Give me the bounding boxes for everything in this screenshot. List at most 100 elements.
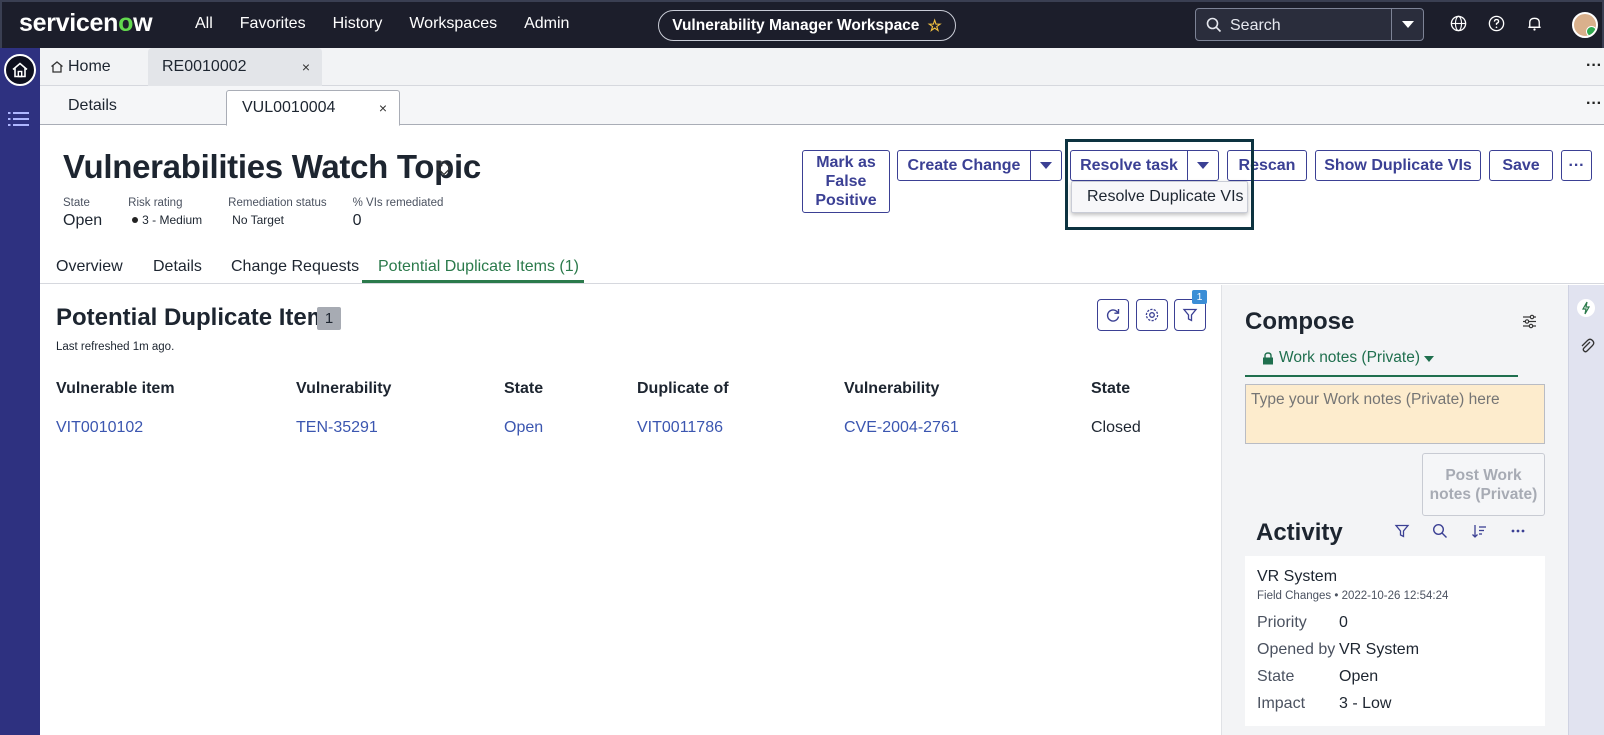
create-change-dropdown[interactable] [1030, 150, 1062, 181]
gear-icon [1145, 308, 1159, 322]
more-actions-button[interactable]: ··· [1561, 150, 1592, 181]
refresh-button[interactable] [1097, 299, 1129, 331]
more-icon[interactable]: ··· [1586, 57, 1602, 75]
home-icon [12, 62, 28, 78]
mark-false-positive-button[interactable]: Mark as False Positive [802, 150, 890, 213]
nav-favorites[interactable]: Favorites [240, 15, 306, 33]
cell-vulnerability[interactable]: TEN-35291 [296, 419, 378, 437]
work-notes-selector[interactable]: Work notes (Private) [1245, 349, 1518, 377]
global-search[interactable]: Search [1195, 8, 1424, 41]
globe-icon[interactable] [1449, 14, 1468, 33]
field-value: No Target [232, 213, 284, 227]
search-input[interactable]: Search [1230, 17, 1281, 35]
save-button[interactable]: Save [1489, 150, 1553, 181]
cell-duplicate-state: Closed [1091, 419, 1141, 436]
tab-details-label: Details [68, 96, 117, 114]
bell-icon[interactable] [1525, 14, 1544, 33]
workspace-tabs: Home RE0010002 × ··· [40, 48, 1604, 86]
nav-menu: All Favorites History Workspaces Admin [195, 15, 569, 33]
settings-button[interactable] [1136, 299, 1168, 331]
tab-details[interactable]: Details [153, 258, 202, 276]
more-icon[interactable] [1510, 523, 1526, 539]
filter-count-badge: 1 [1192, 290, 1207, 304]
record-tabs: Overview Details Change Requests Potenti… [40, 250, 1604, 284]
sort-icon[interactable] [1471, 523, 1487, 539]
filter-icon[interactable] [1394, 523, 1410, 539]
chevron-down-icon [1040, 162, 1052, 169]
nav-workspaces[interactable]: Workspaces [409, 15, 497, 33]
tab-home-label: Home [68, 58, 111, 75]
field-value: 3 - Medium [142, 213, 203, 227]
change-row: State Open [1257, 668, 1378, 686]
tab-change-requests[interactable]: Change Requests [231, 258, 359, 276]
col-duplicate-of[interactable]: Duplicate of [637, 380, 729, 398]
tab-vul0010004[interactable]: VUL0010004 × [226, 90, 400, 126]
cell-vulnerable-item[interactable]: VIT0010102 [56, 419, 143, 437]
cell-duplicate-of[interactable]: VIT0011786 [637, 419, 723, 437]
user-avatar[interactable] [1572, 12, 1598, 38]
work-notes-input[interactable] [1245, 384, 1545, 444]
resolve-duplicate-vis-menu-item[interactable]: Resolve Duplicate VIs [1071, 181, 1248, 213]
tab-label: RE0010002 [162, 58, 247, 75]
record-subtabs: Details VUL0010004 × ··· [40, 86, 1604, 126]
cell-duplicate-vulnerability[interactable]: CVE-2004-2761 [844, 419, 959, 437]
activity-icon[interactable] [1576, 298, 1596, 318]
change-row: Opened by VR System [1257, 641, 1419, 659]
dot-icon [132, 217, 139, 224]
tab-home[interactable]: Home [50, 48, 111, 86]
col-vulnerability[interactable]: Vulnerability [296, 380, 391, 398]
change-field: Priority [1257, 614, 1307, 631]
paperclip-icon[interactable] [1577, 336, 1597, 356]
logo-o: o [118, 9, 134, 37]
search-scope-dropdown[interactable] [1391, 9, 1423, 40]
tab-re0010002[interactable]: RE0010002 × [148, 48, 322, 86]
compose-title: Compose [1245, 308, 1355, 335]
lock-icon [1263, 352, 1273, 365]
close-icon[interactable]: × [302, 59, 310, 75]
logo-text-end: w [133, 9, 153, 37]
activity-type: Field Changes [1257, 590, 1332, 602]
nav-history[interactable]: History [333, 15, 383, 33]
field-value: Open [63, 212, 103, 229]
nav-admin[interactable]: Admin [524, 15, 569, 33]
search-icon[interactable] [1432, 523, 1448, 539]
servicenow-logo[interactable]: servicenow [19, 9, 153, 38]
help-icon[interactable] [1487, 14, 1506, 33]
create-change-button[interactable]: Create Change [897, 150, 1031, 181]
change-row: Priority 0 [1257, 614, 1348, 632]
field-label: State [63, 197, 90, 209]
tab-details[interactable]: Details [68, 86, 117, 125]
field-label: % VIs remediated [352, 197, 444, 209]
change-row: Impact 3 - Low [1257, 695, 1391, 713]
activity-entry: VR System Field Changes • 2022-10-26 12:… [1245, 556, 1545, 726]
home-icon [51, 61, 63, 73]
sliders-icon[interactable] [1521, 313, 1538, 330]
field-remediation-status: Remediation status No Target [228, 197, 326, 230]
change-value: 0 [1339, 614, 1348, 631]
search-icon [1206, 17, 1222, 33]
filter-icon [1182, 308, 1198, 322]
tab-overview[interactable]: Overview [56, 258, 123, 276]
col-state[interactable]: State [504, 380, 543, 398]
last-refreshed: Last refreshed 1m ago. [56, 341, 175, 353]
cell-state[interactable]: Open [504, 419, 543, 437]
change-field: Opened by [1257, 641, 1336, 658]
field-label: Risk rating [128, 197, 183, 209]
col-duplicate-vulnerability[interactable]: Vulnerability [844, 380, 939, 398]
activity-timestamp: 2022-10-26 12:54:24 [1341, 590, 1449, 602]
tag-icon[interactable] [436, 160, 452, 176]
tab-potential-duplicate-items[interactable]: Potential Duplicate Items (1) [378, 258, 579, 276]
logo-text: servicen [19, 9, 119, 37]
workspace-title: Vulnerability Manager Workspace [672, 16, 920, 34]
more-icon[interactable]: ··· [1586, 95, 1602, 113]
list-icon[interactable] [8, 110, 30, 128]
workspace-pill[interactable]: Vulnerability Manager Workspace ☆ [658, 10, 956, 41]
show-duplicate-vis-button[interactable]: Show Duplicate VIs [1315, 150, 1481, 181]
post-work-notes-button[interactable]: Post Work notes (Private) [1422, 453, 1545, 516]
col-duplicate-state[interactable]: State [1091, 380, 1130, 398]
nav-all[interactable]: All [195, 15, 213, 33]
close-icon[interactable]: × [379, 100, 387, 116]
star-icon[interactable]: ☆ [927, 16, 941, 36]
col-vulnerable-item[interactable]: Vulnerable item [56, 380, 175, 398]
home-button[interactable] [4, 54, 36, 86]
